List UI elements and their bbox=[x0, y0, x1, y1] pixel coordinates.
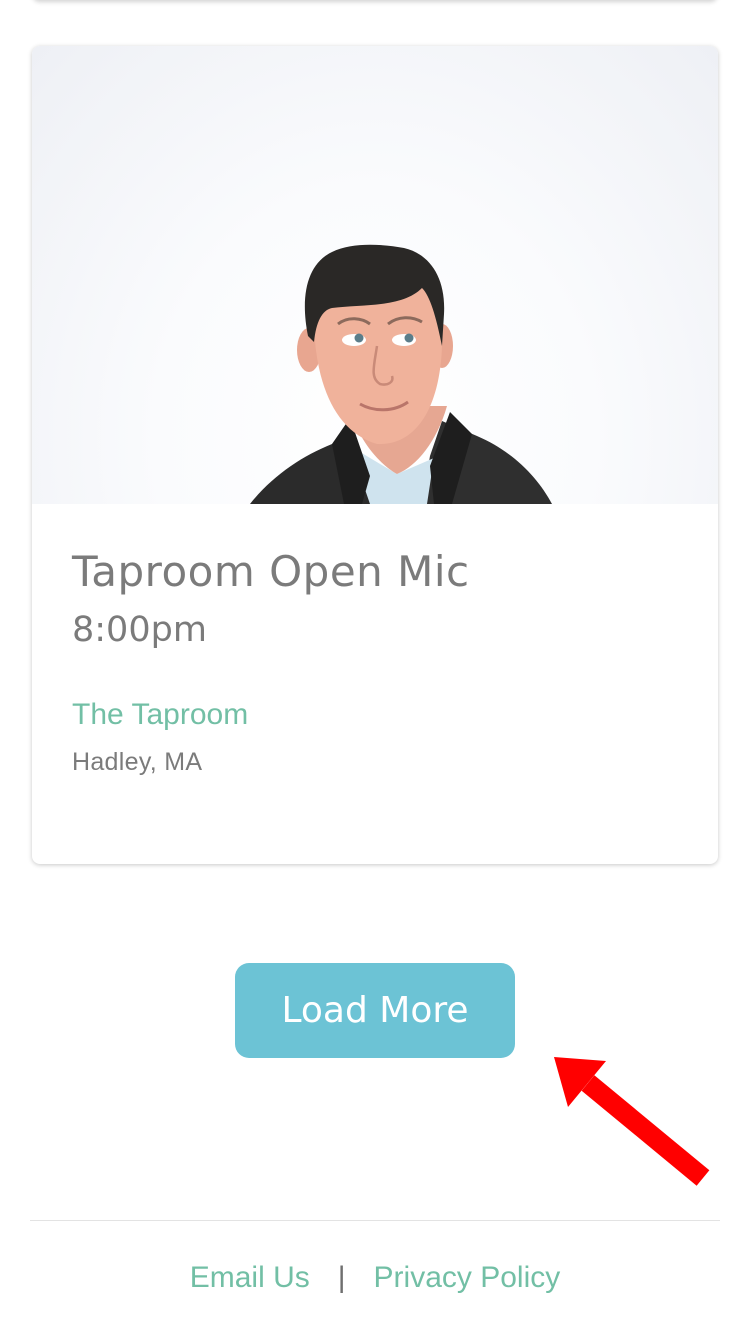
page: Taproom Open Mic 8:00pm The Taproom Hadl… bbox=[0, 0, 750, 1334]
event-details: Taproom Open Mic 8:00pm The Taproom Hadl… bbox=[72, 546, 688, 778]
event-photo bbox=[32, 46, 718, 504]
event-card[interactable]: Taproom Open Mic 8:00pm The Taproom Hadl… bbox=[32, 46, 718, 864]
footer-separator: | bbox=[337, 1261, 346, 1294]
event-time: 8:00pm bbox=[72, 610, 207, 650]
load-more-button[interactable]: Load More bbox=[235, 963, 515, 1058]
venue-location: Hadley, MA bbox=[72, 748, 203, 776]
performer-portrait bbox=[250, 244, 552, 504]
footer: Email Us | Privacy Policy bbox=[0, 1258, 750, 1298]
event-title[interactable]: Taproom Open Mic bbox=[72, 546, 688, 598]
red-arrow-icon bbox=[554, 1057, 710, 1186]
venue-link[interactable]: The Taproom bbox=[72, 696, 248, 734]
email-us-link[interactable]: Email Us bbox=[190, 1261, 310, 1294]
footer-divider bbox=[30, 1220, 720, 1221]
privacy-policy-link[interactable]: Privacy Policy bbox=[374, 1261, 561, 1294]
